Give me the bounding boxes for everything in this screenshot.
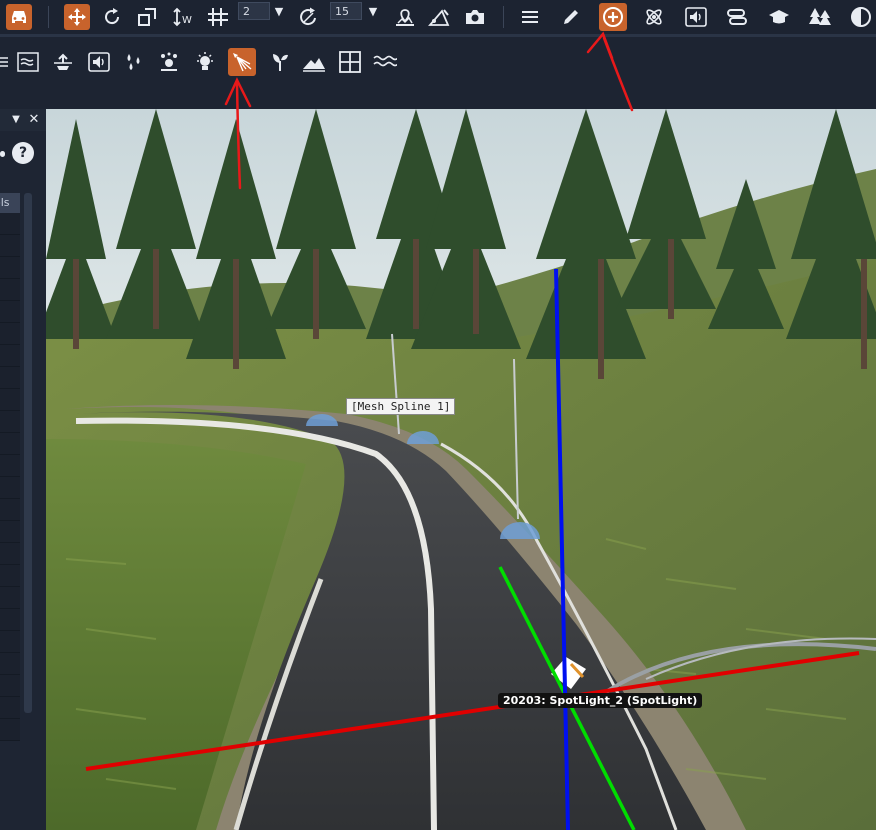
panel-row[interactable] [0, 433, 20, 455]
panel-edge-icon [0, 151, 5, 157]
grid-snap-value-field[interactable]: 2 [238, 2, 270, 20]
panel-row[interactable] [0, 477, 20, 499]
graduation-cap-icon[interactable] [766, 5, 792, 29]
toolbar-separator [503, 6, 504, 28]
grid-snap-icon[interactable] [205, 5, 231, 29]
scene-render [46, 109, 876, 830]
panel-row[interactable] [0, 587, 20, 609]
camera-icon[interactable] [462, 5, 488, 29]
panel-row[interactable] [0, 499, 20, 521]
panel-header: ▼ ✕ [0, 109, 46, 131]
side-panel: ▼ ✕ ? ols [0, 109, 46, 830]
panel-row[interactable] [0, 653, 20, 675]
scene-viewport[interactable]: [Mesh Spline 1] 20203: SpotLight_2 (Spot… [46, 109, 876, 830]
sound-icon[interactable] [86, 50, 112, 74]
forest-icon[interactable] [806, 5, 834, 29]
waves-icon[interactable] [371, 50, 399, 74]
point-light-icon[interactable] [192, 50, 218, 74]
scale-tool-icon[interactable] [135, 5, 159, 29]
add-object-icon[interactable] [599, 3, 627, 31]
panel-row[interactable] [0, 565, 20, 587]
rotate-snap-icon[interactable] [296, 5, 322, 29]
panel-row[interactable] [0, 609, 20, 631]
svg-text:W: W [182, 15, 192, 26]
panel-row[interactable] [0, 279, 20, 301]
panel-scrollbar[interactable] [24, 193, 32, 713]
terrain-snap-icon[interactable] [392, 5, 418, 29]
mesh-spline-label: [Mesh Spline 1] [346, 398, 456, 415]
precipitation-icon[interactable] [121, 50, 147, 74]
panel-row[interactable] [0, 455, 20, 477]
particle-emitter-icon[interactable] [156, 50, 182, 74]
water-plane-icon[interactable] [15, 50, 41, 74]
sound-emitter-icon[interactable] [50, 50, 76, 74]
angle-snap-icon[interactable] [426, 5, 452, 29]
vehicle-icon[interactable] [6, 4, 32, 30]
terrain-block-icon[interactable] [300, 50, 328, 74]
close-icon[interactable]: ✕ [27, 111, 41, 127]
panel-tab-tools[interactable]: ols [0, 193, 20, 213]
river-icon[interactable] [0, 50, 10, 74]
panel-row[interactable] [0, 719, 20, 741]
panel-row[interactable] [0, 675, 20, 697]
panel-row[interactable] [0, 389, 20, 411]
panel-row[interactable] [0, 235, 20, 257]
spot-light-icon[interactable] [228, 48, 256, 76]
chevron-down-icon[interactable]: ▼ [366, 4, 380, 18]
panel-row[interactable] [0, 367, 20, 389]
grid-plane-icon[interactable] [337, 50, 363, 74]
top-toolbar: W 2 ▼ 15 ▼ [0, 0, 876, 34]
panel-row[interactable] [0, 631, 20, 653]
sound-icon[interactable] [683, 5, 709, 29]
panel-row[interactable] [0, 323, 20, 345]
panel-list [0, 213, 20, 741]
panel-row[interactable] [0, 697, 20, 719]
route-icon[interactable] [724, 5, 750, 29]
help-icon[interactable]: ? [12, 142, 34, 164]
object-toolbar [0, 37, 876, 109]
panel-row[interactable] [0, 521, 20, 543]
chevron-down-icon[interactable]: ▼ [272, 4, 286, 18]
pencil-icon[interactable] [559, 5, 583, 29]
chevron-down-icon[interactable]: ▼ [10, 112, 22, 126]
rotate-snap-value-field[interactable]: 15 [330, 2, 362, 20]
atom-icon[interactable] [641, 5, 667, 29]
timeofday-icon[interactable] [848, 5, 874, 29]
rotate-tool-icon[interactable] [100, 5, 124, 29]
height-snap-icon[interactable]: W [170, 5, 196, 29]
toolbar-separator [48, 6, 49, 28]
move-tool-icon[interactable] [64, 4, 90, 30]
panel-row[interactable] [0, 257, 20, 279]
panel-row[interactable] [0, 213, 20, 235]
panel-row[interactable] [0, 301, 20, 323]
spotlight-label: 20203: SpotLight_2 (SpotLight) [498, 693, 703, 708]
menu-icon[interactable] [518, 5, 542, 29]
panel-row[interactable] [0, 411, 20, 433]
panel-row[interactable] [0, 543, 20, 565]
ground-cover-icon[interactable] [267, 50, 293, 74]
panel-row[interactable] [0, 345, 20, 367]
